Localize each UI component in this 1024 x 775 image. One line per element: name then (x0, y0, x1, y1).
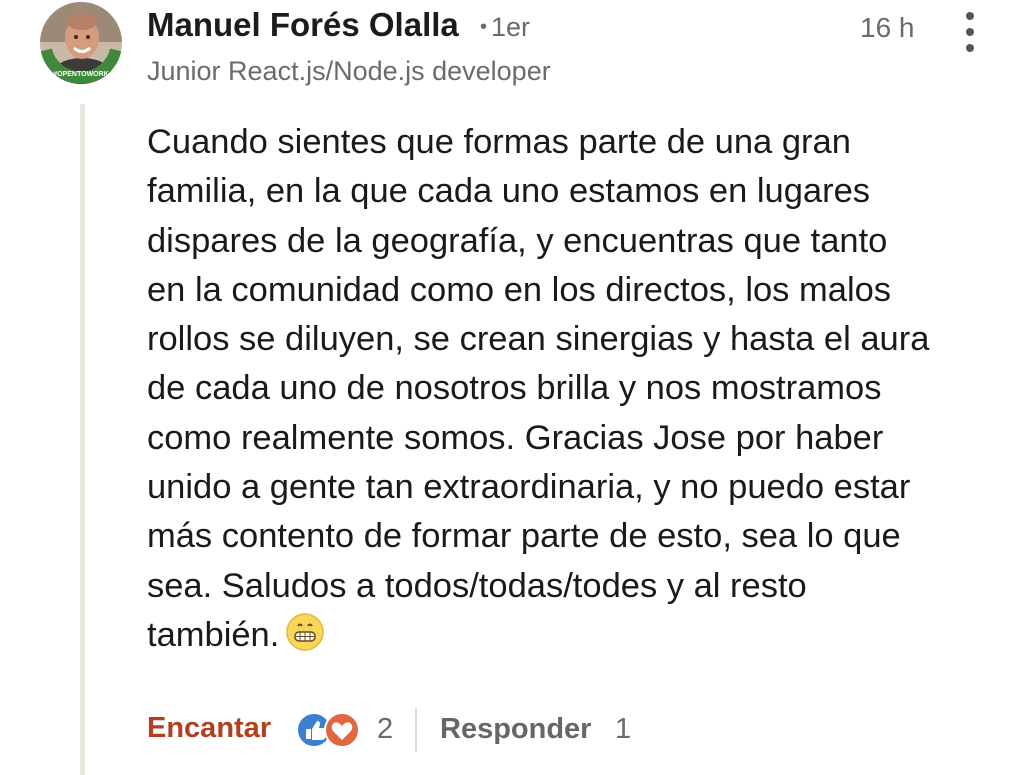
comment-timestamp: 16 h (860, 12, 915, 43)
badge-text: #OPENTOWORK (53, 71, 109, 78)
comment-line: dispares de la geografía, y encuentras q… (147, 221, 888, 260)
comment-line: más contento de formar parte de esto, se… (147, 517, 901, 556)
reactions-summary[interactable] (295, 710, 365, 750)
comment-text: Cuando sientes que formas parte de una g… (147, 118, 992, 666)
avatar[interactable]: #OPENTOWORK (40, 2, 122, 84)
comment-line: familia, en la que cada uno estamos en l… (147, 172, 871, 211)
more-options-icon[interactable] (958, 12, 982, 52)
connection-degree-label: 1er (491, 12, 531, 42)
author-headline: Junior React.js/Node.js developer (147, 56, 551, 86)
comment-line: como realmente somos. Gracias Jose por h… (147, 418, 884, 457)
comment-line: de cada uno de nosotros brilla y nos mos… (147, 369, 882, 408)
author-name[interactable]: Manuel Forés Olalla (147, 6, 459, 44)
reaction-count[interactable]: 2 (377, 713, 393, 746)
actions-divider (415, 708, 417, 752)
thread-line (80, 104, 85, 775)
comment-line: sea. Saludos a todos/todas/todes y al re… (147, 566, 807, 605)
comment-line-text: también. (147, 615, 280, 654)
comment-line-last: también. (147, 611, 992, 666)
comment-actions: Encantar 2 Responder 1 (147, 708, 747, 754)
avatar-photo: #OPENTOWORK (40, 2, 122, 84)
comment-line: unido a gente tan extraordinaria, y no p… (147, 468, 911, 507)
love-reaction-icon (324, 712, 360, 748)
comment-line: en la comunidad como en los directos, lo… (147, 270, 892, 309)
comment-line: rollos se diluyen, se crean sinergias y … (147, 320, 930, 359)
connection-degree: • 1er (480, 12, 531, 42)
like-button[interactable]: Encantar (147, 712, 271, 745)
comment-line: Cuando sientes que formas parte de una g… (147, 123, 851, 161)
grinning-face-emoji-icon (285, 612, 325, 666)
reply-count[interactable]: 1 (615, 713, 631, 746)
reply-button[interactable]: Responder (440, 713, 591, 746)
